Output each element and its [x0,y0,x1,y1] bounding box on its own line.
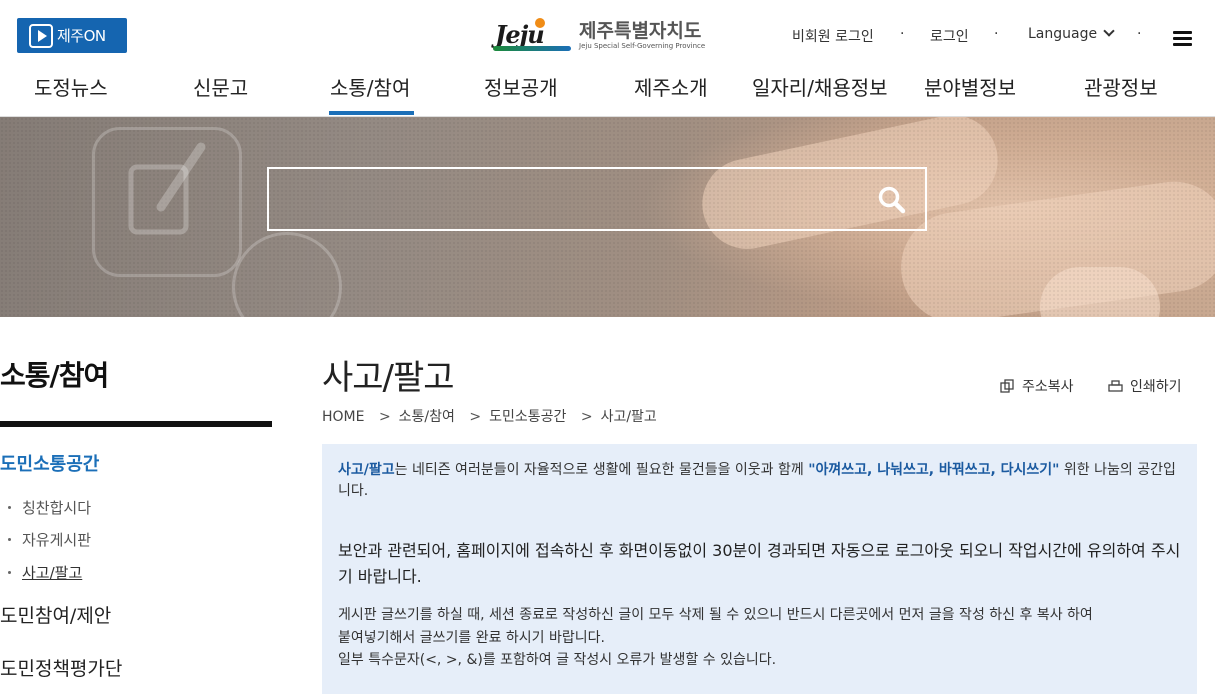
jeju-logo-mark: Jeju [493,18,571,52]
login-link[interactable]: 로그인 [930,26,969,46]
sidebar-group-citizen-space[interactable]: 도민소통공간 [0,450,99,476]
language-selector[interactable]: Language [1028,25,1115,42]
jejuon-label: 제주ON [57,27,106,45]
pencil-decoration-icon [128,142,206,235]
print-button[interactable]: 인쇄하기 [1108,376,1182,396]
sidebar-item-praise[interactable]: 칭찬합시다 [8,497,91,518]
separator-dot: · [994,26,999,42]
member-login-link[interactable]: 비회원 로그인 [792,26,874,46]
logo-text-ko: 제주특별자치도 [579,19,702,42]
search-input[interactable] [269,169,859,229]
play-icon [29,23,53,48]
page-title: 사고/팔고 [322,358,455,398]
notice-session-warning: 보안과 관련되어, 홈페이지에 접속하신 후 화면이동없이 30분이 경과되면 … [338,541,1181,586]
language-label: Language [1028,26,1098,42]
jejuon-button[interactable]: 제주ON [17,18,127,53]
nav-item-petition[interactable]: 신문고 [193,72,248,101]
search-box [267,167,927,231]
nav-item-about-jeju[interactable]: 제주소개 [634,72,708,101]
hero-banner [0,117,1215,317]
nav-item-by-field[interactable]: 분야별정보 [924,72,1016,101]
site-logo[interactable]: Jeju 제주특별자치도 Jeju Special Self-Governing… [493,18,705,52]
breadcrumb-home[interactable]: HOME [322,409,364,425]
nav-item-news[interactable]: 도정뉴스 [34,72,108,101]
print-icon [1108,380,1123,392]
nav-item-tourism[interactable]: 관광정보 [1084,72,1158,101]
copy-icon [1000,379,1014,393]
separator-dot: · [1137,26,1142,42]
main-navigation: 도정뉴스 신문고 소통/참여 정보공개 제주소개 일자리/채용정보 분야별정보 … [0,66,1215,117]
breadcrumb: HOME > 소통/참여 > 도민소통공간 > 사고/팔고 [322,409,657,425]
hamburger-menu-icon[interactable] [1173,31,1192,46]
sidebar-title: 소통/참여 [0,359,109,392]
sidebar-item-free-board[interactable]: 자유게시판 [8,529,91,550]
sidebar-item-policy-evaluation[interactable]: 도민정책평가단 [0,654,122,681]
nav-active-indicator [329,111,414,115]
breadcrumb-item[interactable]: 소통/참여 [399,409,455,425]
notice-intro: 사고/팔고는 네티즌 여러분들이 자율적으로 생활에 필요한 물건들을 이웃과 … [338,462,1176,499]
header: 제주ON Jeju 제주특별자치도 Jeju Special Self-Gove… [0,0,1215,60]
search-icon [878,186,906,214]
chevron-down-icon [1103,25,1115,37]
search-button[interactable] [877,185,907,215]
nav-item-participation[interactable]: 소통/참여 [330,72,410,101]
sidebar-divider [0,421,272,427]
sidebar-item-proposal[interactable]: 도민참여/제안 [0,601,111,628]
separator-dot: · [900,26,905,42]
notice-writing-guide: 게시판 글쓰기를 하실 때, 세션 종료로 작성하신 글이 모두 삭제 될 수 … [338,607,1093,668]
logo-text-en: Jeju Special Self-Governing Province [579,41,706,50]
nav-item-information[interactable]: 정보공개 [484,72,558,101]
copy-url-button[interactable]: 주소복사 [1000,376,1074,396]
nav-item-jobs[interactable]: 일자리/채용정보 [752,72,888,101]
breadcrumb-current: 사고/팔고 [600,409,657,425]
breadcrumb-item[interactable]: 도민소통공간 [489,409,566,425]
board-notice-box: 사고/팔고는 네티즌 여러분들이 자율적으로 생활에 필요한 물건들을 이웃과 … [322,444,1197,694]
sidebar-item-buy-sell[interactable]: 사고/팔고 [8,562,82,583]
